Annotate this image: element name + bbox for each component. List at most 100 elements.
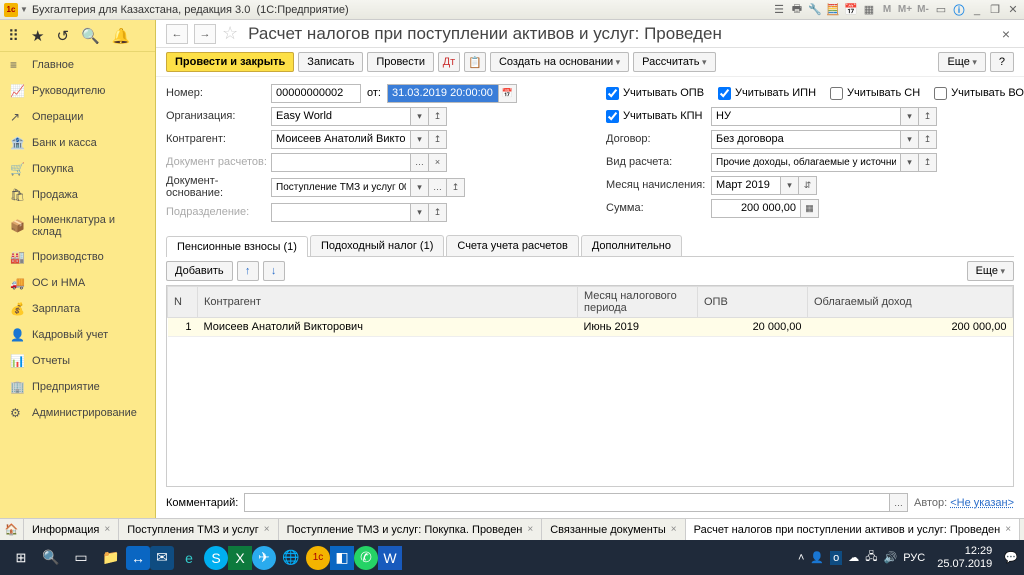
mes-input[interactable] [711,176,781,195]
tray-outlook-icon[interactable]: o [830,551,842,565]
move-up-button[interactable]: ↑ [237,261,259,281]
close-tab-icon[interactable]: × [1005,524,1011,535]
window-icon[interactable]: ▭ [934,3,948,17]
tab-pension[interactable]: Пенсионные взносы (1) [166,236,308,257]
table-row[interactable]: 1 Моисеев Анатолий Викторович Июнь 2019 … [168,318,1013,337]
edge-tb[interactable]: e [174,543,204,573]
teamviewer-tb[interactable]: ↔ [126,546,150,570]
tray-notifications-icon[interactable]: 💬 [1004,551,1018,564]
chk-ipn[interactable]: Учитывать ИПН [718,87,816,100]
movements-button[interactable]: Дт [438,52,460,72]
sidebar-item-enterprise[interactable]: 🏢Предприятие [0,374,155,400]
post-button[interactable]: Провести [367,52,434,72]
ellipsis-icon[interactable]: … [890,493,908,512]
chk-opv[interactable]: Учитывать ОПВ [606,87,704,100]
btab-info[interactable]: Информация× [24,519,119,540]
sidebar-item-purchase[interactable]: 🛒Покупка [0,156,155,182]
dropdown-icon[interactable]: ▾ [781,176,799,195]
close-tab-icon[interactable]: × [671,524,677,535]
post-close-button[interactable]: Провести и закрыть [166,52,294,72]
col-n[interactable]: N [168,287,198,318]
forward-button[interactable]: → [194,24,216,44]
col-opv[interactable]: ОПВ [698,287,808,318]
clear-icon[interactable]: × [429,153,447,172]
calendar-icon[interactable]: 📅 [844,3,858,17]
org-input[interactable] [271,107,411,126]
m-icon[interactable]: M [880,3,894,17]
add-button[interactable]: Добавить [166,261,233,281]
sidebar-item-os-nma[interactable]: 🚚ОС и НМА [0,270,155,296]
minimize-icon[interactable]: _ [970,3,984,17]
open-icon[interactable]: ↥ [447,178,465,197]
app2-tb[interactable]: ◧ [330,546,354,570]
col-period[interactable]: Месяц налогового периода [578,287,698,318]
close-tab-icon[interactable]: × [104,524,110,535]
open-icon[interactable]: ↥ [429,203,447,222]
basis-button[interactable]: 📋 [464,52,486,72]
titlebar-dropdown[interactable]: ▼ [20,5,32,14]
close-page-icon[interactable]: × [998,26,1014,42]
sidebar-item-sale[interactable]: 🛍Продажа [0,182,155,208]
sidebar-item-production[interactable]: 🏭Производство [0,244,155,270]
calc-picker-icon[interactable]: ▦ [801,199,819,218]
sidebar-item-admin[interactable]: ⚙Администрирование [0,400,155,426]
1c-tb[interactable]: 1c [306,546,330,570]
more-button[interactable]: Еще [938,52,985,72]
close-window-icon[interactable]: ✕ [1006,3,1020,17]
mplus-icon[interactable]: M+ [898,3,912,17]
search-icon[interactable]: 🔍 [81,27,100,45]
start-button[interactable]: ⊞ [6,543,36,573]
excel-tb[interactable]: X [228,546,252,570]
write-button[interactable]: Записать [298,52,363,72]
grid-icon[interactable]: ▦ [862,3,876,17]
help-button[interactable]: ? [990,52,1014,72]
chrome-tb[interactable]: 🌐 [276,543,306,573]
apps-icon[interactable]: ⠿ [8,27,19,45]
btab-related[interactable]: Связанные документы× [542,519,685,540]
sum-input[interactable] [711,199,801,218]
contr-input[interactable] [271,130,411,149]
close-tab-icon[interactable]: × [264,524,270,535]
open-icon[interactable]: ↥ [919,107,937,126]
word-tb[interactable]: W [378,546,402,570]
docb-input[interactable] [271,178,411,197]
history-icon[interactable]: ↺ [56,27,69,45]
calendar-picker-icon[interactable]: 📅 [499,84,517,103]
close-tab-icon[interactable]: × [527,524,533,535]
comment-input[interactable] [244,493,890,512]
tray-volume-icon[interactable]: 🔊 [884,551,898,564]
chk-kpn[interactable]: Учитывать КПН [606,110,711,123]
author-link[interactable]: <Не указан> [950,497,1014,509]
mminus-icon[interactable]: M- [916,3,930,17]
ticon-1[interactable]: ☰ [772,3,786,17]
tab-income-tax[interactable]: Подоходный налог (1) [310,235,444,256]
skype-tb[interactable]: S [204,546,228,570]
create-based-button[interactable]: Создать на основании [490,52,629,72]
tray-up-icon[interactable]: ˄ [798,552,804,564]
move-down-button[interactable]: ↓ [263,261,285,281]
vid-input[interactable] [711,153,901,172]
open-icon[interactable]: ↥ [429,107,447,126]
dropdown-icon[interactable]: ▾ [901,130,919,149]
open-icon[interactable]: ↥ [919,130,937,149]
outlook-tb[interactable]: ✉ [150,546,174,570]
chk-sn[interactable]: Учитывать СН [830,87,920,100]
home-tab[interactable]: 🏠 [0,519,24,540]
star-icon[interactable]: ★ [31,27,44,45]
bell-icon[interactable]: 🔔 [112,27,131,45]
dropdown-icon[interactable]: ▾ [411,130,429,149]
dropdown-icon[interactable]: ▾ [411,203,429,222]
calc-icon[interactable]: 🧮 [826,3,840,17]
col-contr[interactable]: Контрагент [198,287,578,318]
grid-more-button[interactable]: Еще [967,261,1014,281]
stepper-icon[interactable]: ⇵ [799,176,817,195]
tray-people-icon[interactable]: 👤 [810,551,824,564]
sidebar-item-salary[interactable]: 💰Зарплата [0,296,155,322]
back-button[interactable]: ← [166,24,188,44]
whatsapp-tb[interactable]: ✆ [354,546,378,570]
dropdown-icon[interactable]: ▾ [901,153,919,172]
taskview-tb[interactable]: ▭ [66,543,96,573]
sidebar-item-operations[interactable]: ↗Операции [0,104,155,130]
favorite-icon[interactable]: ☆ [222,23,238,44]
sidebar-item-bank[interactable]: 🏦Банк и касса [0,130,155,156]
